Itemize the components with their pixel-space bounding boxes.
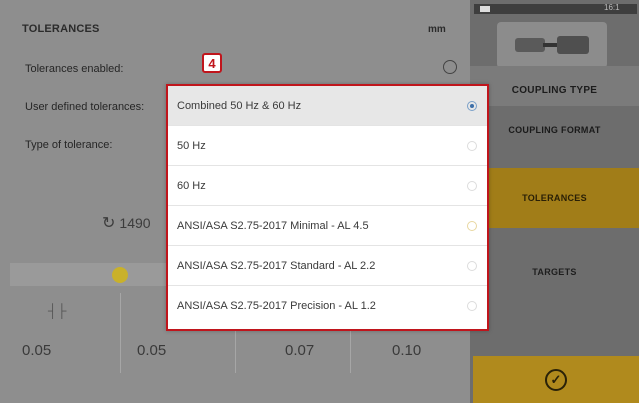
- menu-tolerances[interactable]: TOLERANCES: [470, 168, 639, 228]
- menu-coupling-format[interactable]: COUPLING FORMAT: [470, 106, 639, 154]
- machine-train-icon: [497, 22, 607, 68]
- radio-selected-icon: [467, 101, 477, 111]
- check-icon: ✓: [545, 368, 567, 391]
- radio-icon: [467, 221, 477, 231]
- type-of-tolerance-label: Type of tolerance:: [25, 139, 113, 151]
- tolerance-type-dropdown: Combined 50 Hz & 60 Hz 50 Hz 60 Hz ANSI/…: [166, 84, 489, 331]
- dropdown-option[interactable]: 60 Hz: [168, 166, 487, 206]
- dropdown-option[interactable]: Combined 50 Hz & 60 Hz: [168, 86, 487, 126]
- tolerances-enabled-toggle[interactable]: [443, 60, 457, 74]
- radio-icon: [467, 181, 477, 191]
- rpm-value: 1490: [119, 215, 151, 231]
- user-defined-tolerances-label: User defined tolerances:: [25, 101, 145, 113]
- option-label: 60 Hz: [177, 179, 206, 192]
- option-label: ANSI/ASA S2.75-2017 Precision - AL 1.2: [177, 300, 376, 312]
- tolerances-enabled-label: Tolerances enabled:: [25, 63, 124, 75]
- option-label: ANSI/ASA S2.75-2017 Standard - AL 2.2: [177, 259, 376, 272]
- option-label: ANSI/ASA S2.75-2017 Minimal - AL 4.5: [177, 219, 369, 232]
- dropdown-option[interactable]: ANSI/ASA S2.75-2017 Standard - AL 2.2: [168, 246, 487, 286]
- confirm-button[interactable]: ✓: [473, 356, 639, 403]
- tolerance-value: 0.05: [22, 342, 52, 359]
- tolerance-value: 0.07: [285, 342, 315, 359]
- tolerance-value: 0.10: [392, 342, 422, 359]
- clock: 16:1: [604, 3, 620, 12]
- smiley-status-icon: [112, 267, 128, 283]
- dropdown-option[interactable]: ANSI/ASA S2.75-2017 Minimal - AL 4.5: [168, 206, 487, 246]
- menu-targets[interactable]: TARGETS: [470, 248, 639, 296]
- dropdown-option[interactable]: 50 Hz: [168, 126, 487, 166]
- radio-icon: [467, 261, 477, 271]
- coupling-gap-icon: ┤├: [48, 303, 67, 318]
- dropdown-option[interactable]: ANSI/ASA S2.75-2017 Precision - AL 1.2: [168, 286, 487, 326]
- option-label: Combined 50 Hz & 60 Hz: [177, 99, 302, 112]
- grid-divider: [120, 293, 121, 373]
- unit-label: mm: [428, 24, 446, 35]
- option-label: 50 Hz: [177, 139, 206, 152]
- radio-icon: [467, 141, 477, 151]
- rpm-icon: ↻: [102, 215, 116, 232]
- callout-badge: 4: [202, 53, 222, 73]
- rpm-readout: ↻ 1490: [102, 213, 151, 233]
- radio-icon: [467, 301, 477, 311]
- battery-icon: [480, 6, 490, 12]
- tolerance-value: 0.05: [137, 342, 167, 359]
- section-title: TOLERANCES: [22, 23, 100, 35]
